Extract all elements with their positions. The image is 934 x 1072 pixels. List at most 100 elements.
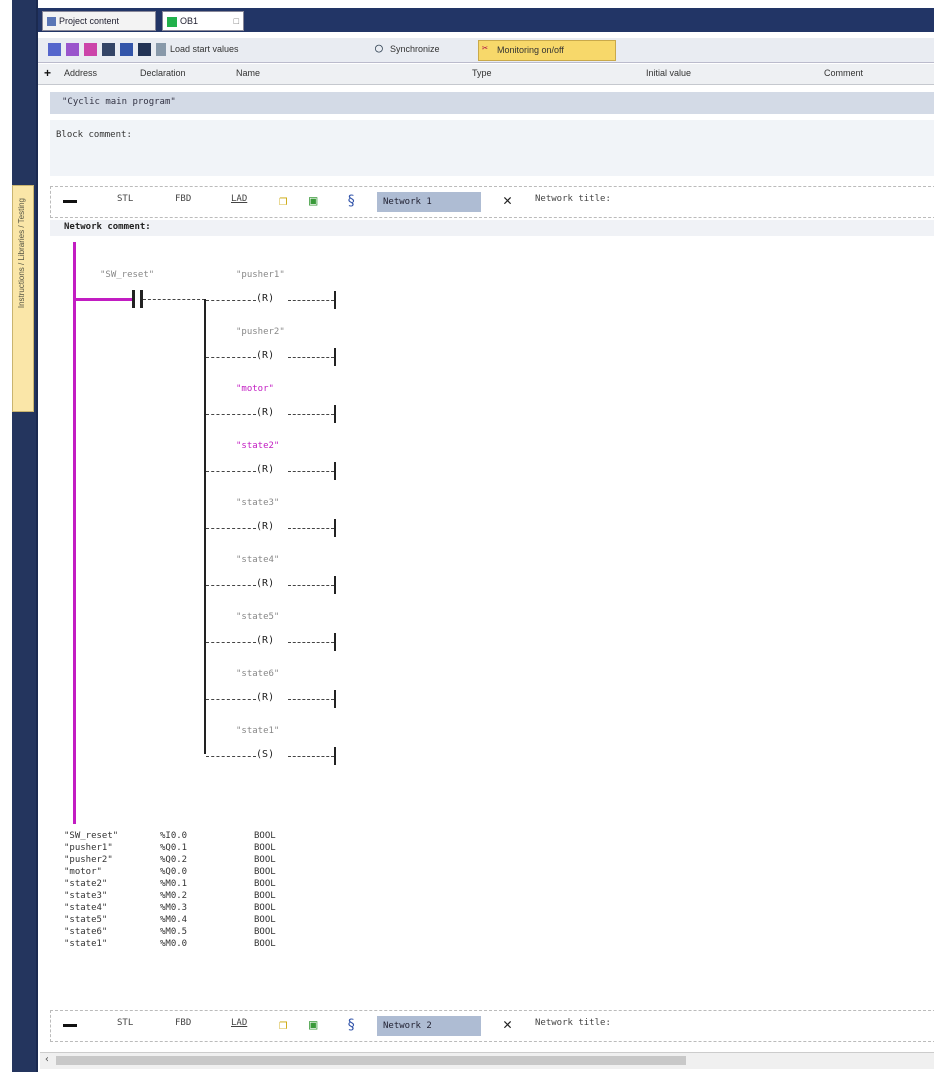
network-1-comment-area[interactable]: Network comment: [50,220,934,236]
coil-symbol[interactable]: (R) [256,578,274,589]
collapse-network-2-icon[interactable] [63,1024,77,1027]
operand-address: %Q0.1 [160,843,188,853]
scroll-left-icon[interactable]: ‹ [44,1054,50,1065]
coil-tag[interactable]: "state4" [236,555,279,565]
powered-wire [76,298,132,301]
col-address[interactable]: Address [64,68,97,78]
tab-project-label: Project content [59,16,120,26]
lad-button[interactable]: LAD [231,194,247,204]
fbd-button-2[interactable]: FBD [175,1018,191,1028]
operand-type: BOOL [254,891,276,901]
coil-symbol[interactable]: (S) [256,749,274,760]
absolute-symbolic-icon[interactable] [120,43,133,56]
close-branch-icon[interactable] [84,43,97,56]
coil-tag[interactable]: "state6" [236,669,279,679]
clipboard-icon-2[interactable]: ❐ [279,1017,287,1033]
network-2-title[interactable]: Network title: [535,1018,611,1028]
fbd-button[interactable]: FBD [175,194,191,204]
operand-type: BOOL [254,843,276,853]
scroll-thumb[interactable] [56,1056,686,1065]
delete-network-icon[interactable]: ✕ [503,191,512,209]
coil-symbol[interactable]: (R) [256,635,274,646]
block-toolbar: Load start values ○ Synchronize ✂ Monito… [38,38,934,63]
monitoring-toggle-button[interactable]: ✂ Monitoring on/off [478,40,616,61]
coil-wire-left [206,528,256,529]
symbol-icon-2[interactable]: § [347,1017,355,1033]
horizontal-scrollbar[interactable]: ‹ [40,1052,934,1069]
col-type[interactable]: Type [472,68,492,78]
operand-name: "SW_reset" [64,831,119,841]
close-tab-icon[interactable]: □ [234,12,239,30]
open-all-networks-icon[interactable] [102,43,115,56]
coil-tag[interactable]: "pusher2" [236,327,285,337]
stl-button-2[interactable]: STL [117,1018,133,1028]
collapse-network-icon[interactable] [63,200,77,203]
table-row: "motor" %Q0.0 BOOL [64,866,282,878]
add-icon[interactable]: + [44,66,51,80]
load-start-values-button[interactable]: Load start values [170,44,239,54]
coil-operation: R [262,692,269,703]
col-comment[interactable]: Comment [824,68,863,78]
contact-out-wire [143,299,205,300]
coil-tag[interactable]: "motor" [236,384,274,394]
paste-icon[interactable]: ▣ [309,193,317,209]
coil-symbol[interactable]: (R) [256,464,274,475]
tab-project-content[interactable]: Project content [42,11,156,31]
operand-address: %I0.0 [160,831,188,841]
network-2-label[interactable]: Network 2 [377,1016,481,1036]
coil-operation: R [262,521,269,532]
branch-rail [204,299,206,754]
coil-wire-right [288,471,334,472]
coil-tag[interactable]: "state1" [236,726,279,736]
col-declaration[interactable]: Declaration [140,68,186,78]
coil-wire-left [206,699,256,700]
operand-name: "state4" [64,903,108,913]
col-initial-value[interactable]: Initial value [646,68,691,78]
interface-header: + Address Declaration Name Type Initial … [38,64,934,85]
stl-button[interactable]: STL [117,194,133,204]
clipboard-icon[interactable]: ❐ [279,193,287,209]
left-edge-panel [0,0,12,1072]
block-title-bar[interactable]: "Cyclic main program" [50,92,934,114]
coil-symbol[interactable]: (R) [256,521,274,532]
editor-tab-bar: Project content OB1 □ [38,8,934,32]
coil-tag[interactable]: "pusher1" [236,270,285,280]
coil-operation: R [262,293,269,304]
operand-address: %M0.2 [160,891,188,901]
synchronize-icon: ○ [375,41,383,56]
network-1-label[interactable]: Network 1 [377,192,481,212]
display-favorites-icon[interactable] [138,43,151,56]
coil-symbol[interactable]: (R) [256,350,274,361]
delete-network-2-icon[interactable]: ✕ [503,1015,512,1033]
lad-button-2[interactable]: LAD [231,1018,247,1028]
coil-tag[interactable]: "state5" [236,612,279,622]
right-rail-stub [334,291,336,309]
coil-symbol[interactable]: (R) [256,407,274,418]
insert-branch-icon[interactable] [66,43,79,56]
operand-type: BOOL [254,939,276,949]
contact-tag[interactable]: "SW_reset" [100,270,154,280]
network-2-header: STL FBD LAD ❐ ▣ § Network 2 ✕ Network ti… [50,1010,934,1042]
coil-symbol[interactable]: (R) [256,692,274,703]
power-rail [73,242,76,824]
operand-address: %M0.4 [160,915,188,925]
vertical-tab-label: Instructions / Libraries / Testing [17,198,26,309]
coil-tag[interactable]: "state3" [236,498,279,508]
operand-name: "state5" [64,915,108,925]
block-comment-area[interactable]: Block comment: [50,120,934,176]
insert-network-icon[interactable] [48,43,61,56]
tab-ob1[interactable]: OB1 □ [162,11,244,31]
synchronize-button[interactable]: Synchronize [390,44,440,54]
symbol-icon[interactable]: § [347,193,355,209]
network-1-title[interactable]: Network title: [535,194,611,204]
network-1-comment-label: Network comment: [64,222,151,232]
paste-icon-2[interactable]: ▣ [309,1017,317,1033]
coil-operation: R [262,578,269,589]
operand-type: BOOL [254,915,276,925]
col-name[interactable]: Name [236,68,260,78]
table-row: "state5" %M0.4 BOOL [64,914,282,926]
load-start-values-icon [156,43,166,56]
coil-wire-left [206,300,256,301]
coil-tag[interactable]: "state2" [236,441,279,451]
coil-symbol[interactable]: (R) [256,293,274,304]
